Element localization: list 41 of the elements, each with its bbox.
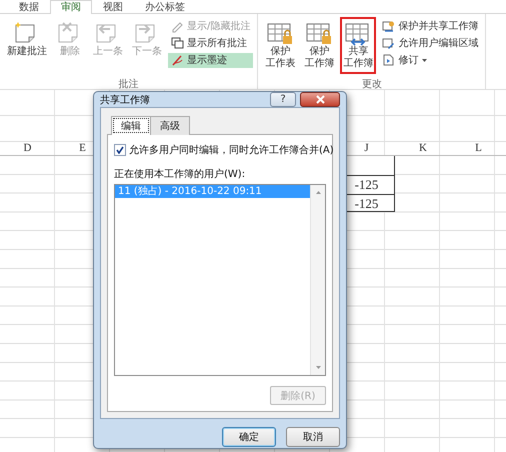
share-lock-icon (382, 20, 396, 33)
group-label: 更改 (362, 80, 382, 90)
ribbon-button[interactable]: 新建批注 (4, 17, 50, 62)
check-icon (116, 146, 124, 154)
up-arrow-icon (316, 191, 320, 194)
ribbon-button[interactable]: 保护 工作表 (262, 17, 298, 74)
edit-range-icon (382, 37, 396, 50)
down-arrow-icon (316, 366, 320, 369)
ribbon-small-button[interactable]: 保护并共享工作簿 (379, 19, 482, 34)
ribbon-small-button[interactable]: 显示墨迹 (168, 53, 254, 68)
dialog-button[interactable]: 确定 (222, 427, 276, 447)
track-changes-icon (382, 54, 396, 67)
sheet-lock-icon (266, 21, 294, 46)
ribbon-tab[interactable]: 视图 (92, 0, 134, 14)
workbook-lock-icon (305, 21, 334, 46)
column-header: D (0, 142, 55, 156)
dialog-button[interactable]: 取消 (286, 427, 340, 447)
group-label: 批注 (118, 80, 139, 90)
ribbon-tab[interactable]: 数据 (8, 0, 50, 14)
dialog-title: 共享工作簿 (100, 94, 151, 106)
ribbon-small-button[interactable]: 显示所有批注 (168, 36, 254, 51)
edit-comment-icon (171, 20, 184, 33)
ribbon-tab[interactable]: 审阅 (50, 0, 92, 14)
comments-icon (171, 37, 184, 50)
dialog-tab[interactable]: 编辑 (111, 116, 151, 135)
column-header: K (395, 142, 451, 156)
ribbon-tab[interactable]: 办公标签 (134, 0, 196, 14)
list-label: 正在使用本工作簿的用户(W): (114, 168, 246, 181)
ribbon-button[interactable]: 共享 工作簿 (340, 17, 376, 74)
close-button[interactable] (300, 92, 340, 107)
scrollbar[interactable] (310, 185, 325, 375)
dialog-tab[interactable]: 高级 (150, 116, 190, 135)
ribbon-small-button[interactable]: 修订 (379, 53, 482, 68)
column-header: L (451, 142, 506, 156)
checkbox-label: 允许多用户同时编辑，同时允许工作簿合并(A) (129, 144, 334, 157)
ink-icon (171, 54, 184, 67)
ribbon-button[interactable]: 保护 工作簿 (301, 17, 338, 74)
help-button[interactable]: ? (270, 92, 296, 107)
ribbon-small-button[interactable]: 允许用户编辑区域 (379, 36, 482, 51)
close-icon (316, 95, 324, 104)
checkbox[interactable] (114, 144, 126, 156)
